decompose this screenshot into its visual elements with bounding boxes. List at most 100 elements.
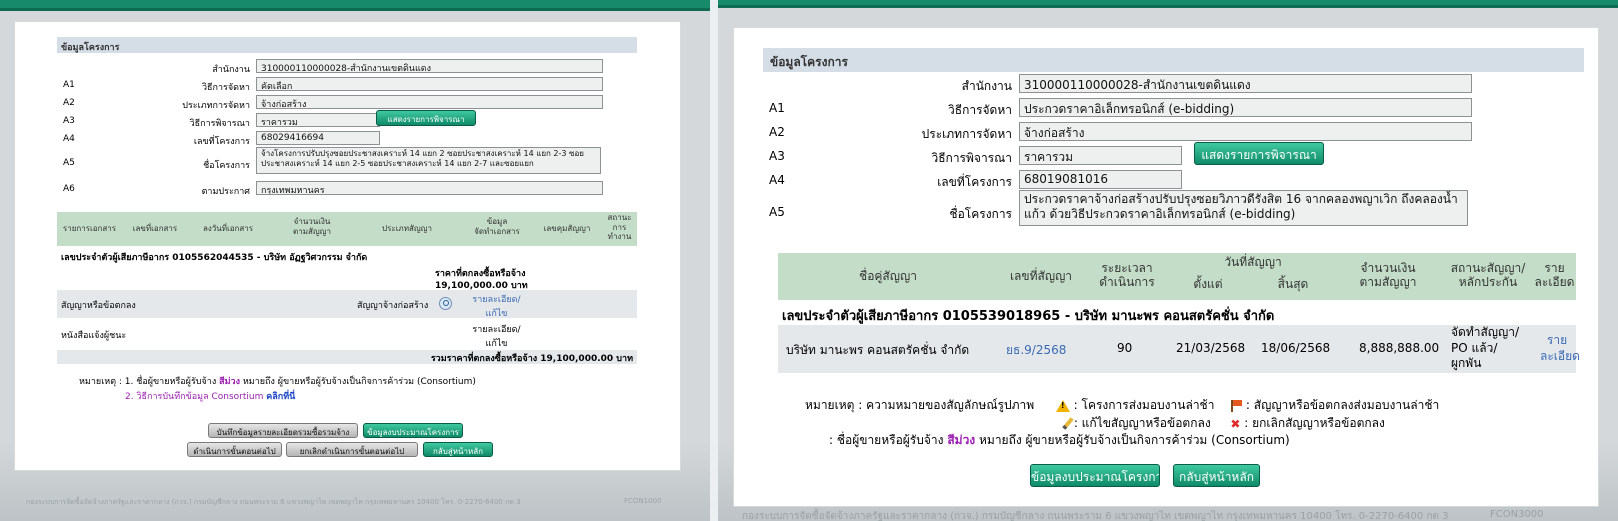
code-a3: A3 bbox=[63, 116, 75, 126]
note-prefix: หมายเหตุ : 1. ชื่อผู้ขายหรือผู้รับจ้าง bbox=[79, 377, 217, 387]
code-a6: A6 bbox=[63, 184, 75, 194]
detail-edit-link[interactable]: รายละเอียด/ แก้ไข bbox=[469, 292, 524, 320]
doc-name: สัญญาหรือข้อตกลง bbox=[61, 301, 136, 311]
legend-consortium-rest: หมายถึง ผู้ขายหรือผู้รับจ้างเป็นกิจการค้… bbox=[979, 433, 1290, 447]
budget-info-button[interactable]: ข้อมูลงบประมาณโครงการ bbox=[363, 423, 463, 438]
back-to-main-button[interactable]: กลับสู่หน้าหลัก bbox=[1173, 464, 1260, 487]
th-contract-type: ประเภทสัญญา bbox=[382, 224, 432, 233]
footer-address: กองระบบการจัดซื้อจัดจ้างภาครัฐและราคากลา… bbox=[26, 498, 521, 506]
legend-consortium-prefix: : ชื่อผู้ขายหรือผู้รับจ้าง bbox=[829, 433, 944, 447]
show-consider-button[interactable]: แสดงรายการพิจารณา bbox=[1194, 142, 1324, 165]
procurement-type-field: จ้างก่อสร้าง bbox=[256, 95, 603, 109]
code-a4: A4 bbox=[769, 173, 785, 187]
announcement-field: กรุงเทพมหานคร bbox=[256, 181, 603, 195]
project-number-field: 68019081016 bbox=[1019, 170, 1182, 189]
th-document-data: ข้อมูล จัดทำเอกสาร bbox=[474, 217, 520, 236]
note-2: 2. วิธีการบันทึกข้อมูล Consortium คลิกที… bbox=[125, 389, 295, 403]
office-field: 310000110000028-สำนักงานเขตดินแดง bbox=[256, 59, 603, 73]
label-project-number: เลขที่โครงการ bbox=[937, 175, 1012, 189]
legend-prefix: หมายเหตุ : ความหมายของสัญลักษณ์รูปภาพ bbox=[805, 398, 1035, 412]
status-value: จัดทำสัญญา/ PO แล้ว/ ผูกพัน bbox=[1451, 325, 1520, 371]
partner-name: บริษัท มานะพร คอนสตรัคชั่น จำกัด bbox=[786, 343, 970, 357]
label-project-number: เลขที่โครงการ bbox=[193, 137, 250, 147]
label-announcement: ตามประกาศ bbox=[201, 187, 250, 197]
label-consider-method: วิธีการพิจารณา bbox=[931, 151, 1012, 165]
amount-value: 8,888,888.00 bbox=[1359, 341, 1440, 355]
duration-value: 90 bbox=[1117, 341, 1133, 355]
note-purple: สีม่วง bbox=[219, 377, 240, 387]
procurement-method-field: คัดเลือก bbox=[256, 77, 603, 91]
top-banner bbox=[0, 0, 710, 11]
detail-edit-link[interactable]: รายละเอียด/ แก้ไข bbox=[469, 322, 524, 350]
top-banner bbox=[718, 0, 1618, 8]
section-title: ข้อมูลโครงการ bbox=[57, 37, 637, 53]
footer-address: กองระบบการจัดซื้อจัดจ้างภาครัฐและราคากลา… bbox=[742, 511, 1449, 521]
start-date-value: 21/03/2568 bbox=[1176, 341, 1246, 355]
cross-icon: ✖ bbox=[1230, 416, 1241, 431]
th-contract-status: สถานะสัญญา/ หลักประกัน bbox=[1450, 261, 1526, 290]
note-1: หมายเหตุ : 1. ชื่อผู้ขายหรือผู้รับจ้าง ส… bbox=[79, 374, 476, 388]
code-a4: A4 bbox=[63, 134, 75, 144]
detail-link[interactable]: ราย ละเอียด bbox=[1540, 333, 1580, 364]
th-contract-amount: จำนวนเงิน ตามสัญญา bbox=[1359, 261, 1417, 290]
end-date-value: 18/06/2568 bbox=[1261, 341, 1331, 355]
project-name-textarea[interactable]: ประกวดราคาจ้างก่อสร้างปรับปรุงซอยวิภาวดี… bbox=[1019, 190, 1468, 226]
save-summary-button[interactable]: บันทึกข้อมูลรายละเอียดรวมซื้อรวมจ้าง bbox=[208, 423, 358, 438]
code-a1: A1 bbox=[769, 101, 785, 115]
code-a5: A5 bbox=[63, 158, 75, 168]
content-card: ข้อมูลโครงการ สำนักงาน 310000110000028-ส… bbox=[733, 27, 1599, 507]
code-a3: A3 bbox=[769, 149, 785, 163]
legend-cancel: : ยกเลิกสัญญาหรือข้อตกลง bbox=[1244, 416, 1385, 430]
label-consider-method: วิธีการพิจารณา bbox=[189, 119, 250, 129]
th-contract-control-number: เลขคุมสัญญา bbox=[543, 224, 591, 233]
label-procurement-method: วิธีการจัดหา bbox=[202, 83, 250, 93]
screen-code: FCON3000 bbox=[1490, 509, 1544, 520]
label-office: สำนักงาน bbox=[961, 79, 1012, 93]
screen-divider bbox=[710, 0, 718, 521]
budget-info-button[interactable]: ข้อมูลงบประมาณโครงการ bbox=[1030, 464, 1160, 487]
cancel-next-step-button[interactable]: ยกเลิกดำเนินการขั้นตอนต่อไป bbox=[286, 442, 418, 457]
th-work-status: สถานะ การ ทำงาน bbox=[607, 213, 632, 242]
back-to-main-button[interactable]: กลับสู่หน้าหลัก bbox=[423, 442, 493, 457]
flag-icon bbox=[1230, 399, 1243, 412]
company-name: เลขประจำตัวผู้เสียภาษีอากร 0105562044535… bbox=[61, 253, 368, 263]
total-label: รวมราคาที่ตกลงซื้อหรือจ้าง 19,100,000.00… bbox=[430, 354, 633, 364]
doc-type: สัญญาจ้างก่อสร้าง bbox=[357, 301, 429, 311]
th-document-list: รายการเอกสาร bbox=[62, 224, 117, 233]
total-row: รวมราคาที่ตกลงซื้อหรือจ้าง 19,100,000.00… bbox=[57, 350, 637, 364]
note2-prefix: 2. วิธีการบันทึกข้อมูล Consortium bbox=[125, 392, 264, 402]
screen-code: FCON1000 bbox=[624, 497, 662, 505]
procurement-method-field: ประกวดราคาอิเล็กทรอนิกส์ (e-bidding) bbox=[1019, 98, 1472, 117]
legend-consortium-purple: สีม่วง bbox=[947, 433, 976, 447]
th-document-date: ลงวันที่เอกสาร bbox=[202, 224, 254, 233]
consortium-link[interactable]: คลิกที่นี่ bbox=[266, 392, 295, 402]
th-document-number: เลขที่เอกสาร bbox=[132, 224, 178, 233]
company-name: เลขประจำตัวผู้เสียภาษีอากร 0105539018965… bbox=[782, 309, 1275, 324]
th-duration: ระยะเวลา ดำเนินการ bbox=[1099, 261, 1155, 290]
label-procurement-type: ประเภทการจัดหา bbox=[182, 101, 250, 111]
procurement-type-field: จ้างก่อสร้าง bbox=[1019, 122, 1472, 141]
content-card: ข้อมูลโครงการ สำนักงาน 310000110000028-ส… bbox=[14, 21, 681, 471]
table-row: บริษัท มานะพร คอนสตรัคชั่น จำกัด ยธ.9/25… bbox=[778, 325, 1580, 373]
warning-icon bbox=[1055, 399, 1070, 412]
show-consider-button[interactable]: แสดงรายการพิจารณา bbox=[376, 110, 476, 126]
legend-edit: : แก้ไขสัญญาหรือข้อตกลง bbox=[1073, 416, 1211, 430]
code-a2: A2 bbox=[769, 125, 785, 139]
search-icon[interactable] bbox=[439, 297, 452, 310]
next-step-button[interactable]: ดำเนินการขั้นตอนต่อไป bbox=[187, 442, 282, 457]
th-end-date: สิ้นสุด bbox=[1277, 277, 1309, 291]
th-contract-number: เลขที่สัญญา bbox=[1009, 269, 1073, 283]
th-contract-amount: จำนวนเงิน ตามสัญญา bbox=[293, 217, 331, 236]
office-field: 310000110000028-สำนักงานเขตดินแดง bbox=[1019, 74, 1472, 93]
project-number-field: 68029416694 bbox=[256, 131, 380, 145]
th-partner-name: ชื่อคู่สัญญา bbox=[859, 269, 917, 283]
documents-table-header: รายการเอกสาร เลขที่เอกสาร ลงวันที่เอกสาร… bbox=[57, 212, 637, 246]
legend-line-3: : ชื่อผู้ขายหรือผู้รับจ้าง สีม่วง หมายถึ… bbox=[829, 431, 1290, 450]
contract-number-link[interactable]: ยธ.9/2568 bbox=[1006, 341, 1066, 360]
label-project-name: ชื่อโครงการ bbox=[949, 207, 1012, 221]
legend-late-delivery: : โครงการส่งมอบงานล่าช้า bbox=[1073, 398, 1215, 412]
label-procurement-type: ประเภทการจัดหา bbox=[921, 127, 1012, 141]
project-name-textarea[interactable]: จ้างโครงการปรับปรุงซอยประชาสงเคราะห์ 14 … bbox=[256, 147, 601, 174]
left-screen: ข้อมูลโครงการ สำนักงาน 310000110000028-ส… bbox=[0, 0, 710, 521]
label-project-name: ชื่อโครงการ bbox=[203, 161, 250, 171]
